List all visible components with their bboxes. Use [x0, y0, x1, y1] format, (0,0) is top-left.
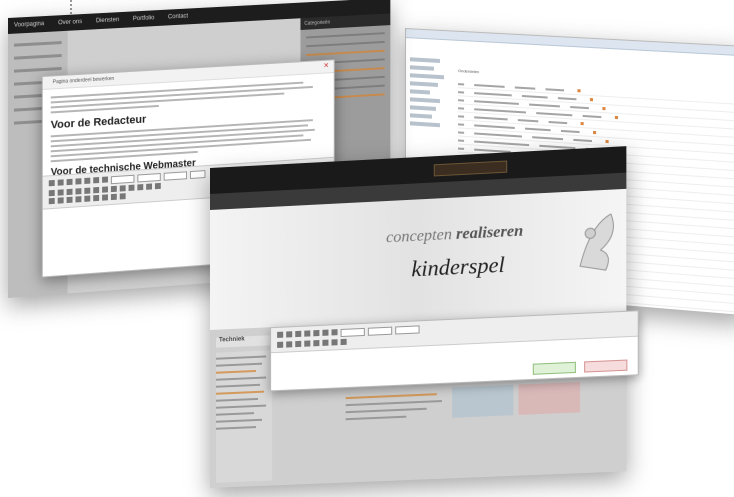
delete-icon[interactable] — [605, 139, 609, 144]
delete-icon[interactable] — [593, 130, 597, 135]
align-right-icon[interactable] — [102, 176, 108, 183]
nav-item[interactable]: Portfolio — [133, 15, 155, 22]
redo-icon[interactable] — [137, 184, 144, 191]
hero-banner: concepten realiseren kinderspel — [210, 188, 627, 330]
strike-icon[interactable] — [304, 330, 311, 337]
html-icon[interactable] — [110, 193, 117, 201]
italic-icon[interactable] — [57, 179, 64, 186]
cancel-button[interactable] — [584, 359, 628, 373]
delete-icon[interactable] — [602, 106, 606, 111]
image-icon[interactable] — [313, 340, 320, 347]
char-icon[interactable] — [102, 194, 108, 201]
delete-icon[interactable] — [580, 121, 584, 126]
find-icon[interactable] — [75, 188, 82, 195]
link-icon[interactable] — [304, 340, 311, 347]
indent-icon[interactable] — [119, 185, 126, 192]
nav-item[interactable]: Voorpagina — [14, 21, 44, 29]
align-left-icon[interactable] — [84, 177, 91, 184]
strike-icon[interactable] — [75, 178, 82, 185]
align-center-icon[interactable] — [93, 177, 100, 184]
undo-icon[interactable] — [331, 339, 338, 346]
bold-icon[interactable] — [277, 331, 284, 338]
bullet-list-icon[interactable] — [93, 186, 100, 194]
style-select[interactable] — [110, 174, 135, 185]
cut-icon[interactable] — [277, 341, 284, 348]
dialog-title-text: Pagina onderdeel bewerken — [52, 75, 115, 86]
paste-icon[interactable] — [66, 188, 73, 196]
copy-icon[interactable] — [57, 189, 64, 196]
style-select[interactable] — [340, 327, 365, 338]
format-select[interactable] — [367, 326, 393, 336]
align-right-icon[interactable] — [331, 329, 338, 336]
delete-icon[interactable] — [589, 98, 594, 102]
number-list-icon[interactable] — [102, 186, 108, 193]
align-left-icon[interactable] — [313, 329, 320, 337]
delete-icon[interactable] — [577, 89, 581, 93]
close-icon[interactable]: ✕ — [323, 63, 329, 70]
folder-tree[interactable] — [409, 53, 450, 132]
image-icon[interactable] — [57, 197, 64, 204]
delete-icon[interactable] — [614, 115, 619, 120]
underline-icon[interactable] — [66, 178, 73, 186]
hands-illustration — [570, 203, 621, 277]
redo-icon[interactable] — [340, 338, 347, 346]
media-icon[interactable] — [66, 196, 73, 204]
replace-icon[interactable] — [84, 187, 91, 194]
middle-text — [345, 388, 447, 453]
thumbnail-image[interactable] — [452, 384, 514, 418]
website-editor-window: concepten realiseren kinderspel Techniek — [210, 146, 639, 488]
hr-icon[interactable] — [75, 196, 82, 203]
table-icon[interactable] — [48, 197, 55, 205]
sub-icon[interactable] — [84, 195, 91, 202]
italic-icon[interactable] — [286, 331, 293, 338]
table-icon[interactable] — [322, 339, 329, 346]
nav-item[interactable]: Diensten — [96, 17, 119, 24]
cut-icon[interactable] — [48, 189, 55, 197]
undo-icon[interactable] — [128, 184, 135, 191]
sup-icon[interactable] — [93, 194, 100, 202]
header-badge — [433, 160, 508, 177]
left-column-text — [215, 350, 273, 483]
banner-line1: concepten realiseren — [386, 222, 524, 247]
copy-icon[interactable] — [286, 341, 293, 348]
align-center-icon[interactable] — [322, 329, 329, 336]
save-button[interactable] — [532, 361, 576, 375]
nav-item[interactable]: Contact — [168, 13, 188, 20]
side-heading: Techniek — [215, 334, 278, 348]
nav-item[interactable]: Over ons — [58, 19, 82, 26]
unlink-icon[interactable] — [154, 182, 161, 190]
font-select[interactable] — [163, 171, 188, 181]
bold-icon[interactable] — [48, 179, 55, 187]
outdent-icon[interactable] — [110, 185, 117, 193]
banner-line2: kinderspel — [411, 251, 505, 282]
font-select[interactable] — [395, 325, 420, 335]
thumbnail-image[interactable] — [518, 381, 581, 415]
window-titlebar — [405, 29, 734, 57]
fullscreen-icon[interactable] — [119, 193, 126, 200]
grid-header: Onderdelen — [458, 68, 480, 75]
link-icon[interactable] — [146, 183, 153, 190]
underline-icon[interactable] — [295, 330, 302, 338]
format-select[interactable] — [137, 173, 161, 183]
paste-icon[interactable] — [295, 340, 302, 348]
size-select[interactable] — [189, 170, 206, 179]
